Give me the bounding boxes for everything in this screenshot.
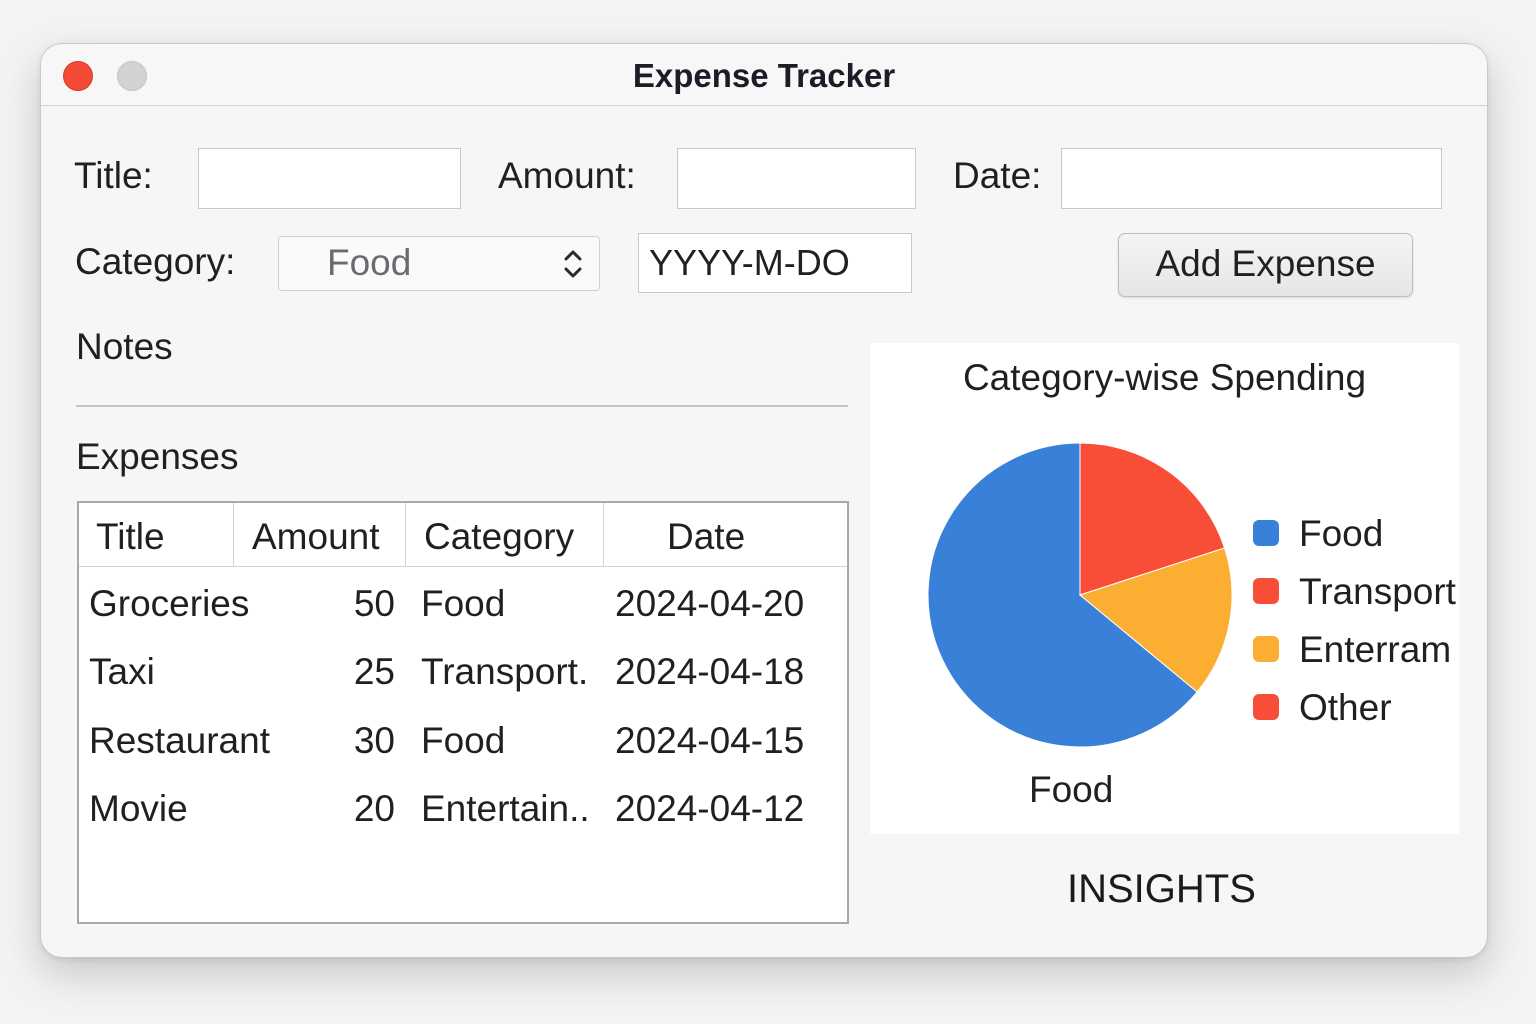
legend-swatch <box>1253 636 1279 662</box>
cell-amount: 50 <box>353 583 395 624</box>
date-format-input[interactable] <box>638 233 912 293</box>
cell-date: 2024-04-15 <box>615 720 805 761</box>
legend-label: Food <box>1299 513 1384 554</box>
legend-label: Enterram <box>1299 629 1452 670</box>
legend-label: Other <box>1299 687 1392 728</box>
legend-label: Transport <box>1299 571 1456 612</box>
notes-divider <box>76 405 848 407</box>
column-header-date[interactable]: Date <box>667 516 745 558</box>
cell-title: Groceries <box>89 583 250 624</box>
column-header-amount[interactable]: Amount <box>252 516 380 558</box>
table-row[interactable]: Restaurant 30 Food 2024-04-15 <box>79 720 847 780</box>
column-separator <box>603 503 604 566</box>
date-input[interactable] <box>1061 148 1442 209</box>
cell-date: 2024-04-12 <box>615 788 805 829</box>
cell-title: Movie <box>89 788 188 829</box>
column-header-title[interactable]: Title <box>96 516 165 558</box>
table-row[interactable]: Movie 20 Entertain.. 2024-04-12 <box>79 788 847 848</box>
date-label: Date: <box>953 155 1042 196</box>
pie-chart <box>927 442 1233 748</box>
cell-category: Food <box>421 583 506 624</box>
chevron-up-down-icon <box>564 250 582 278</box>
cell-category: Transport. <box>421 651 589 692</box>
legend-swatch <box>1253 520 1279 546</box>
column-separator <box>405 503 406 566</box>
header-divider <box>79 566 847 567</box>
expenses-table: Title Amount Category Date Groceries 50 … <box>77 501 849 924</box>
cell-category: Food <box>421 720 506 761</box>
cell-amount: 20 <box>353 788 395 829</box>
cell-date: 2024-04-20 <box>615 583 805 624</box>
insights-label[interactable]: INSIGHTS <box>1067 867 1256 912</box>
cell-title: Restaurant <box>89 720 270 761</box>
column-separator <box>233 503 234 566</box>
cell-category: Entertain.. <box>421 788 590 829</box>
title-label: Title: <box>74 155 153 196</box>
column-header-category[interactable]: Category <box>424 516 574 558</box>
category-select-value: Food <box>327 242 412 283</box>
cell-amount: 30 <box>353 720 395 761</box>
notes-label: Notes <box>76 326 173 367</box>
title-input[interactable] <box>198 148 461 209</box>
app-window: Expense Tracker Title: Amount: Date: Cat… <box>40 43 1488 958</box>
cell-title: Taxi <box>89 651 155 692</box>
chart-title: Category-wise Spending <box>962 357 1367 398</box>
table-row[interactable]: Taxi 25 Transport. 2024-04-18 <box>79 651 847 711</box>
add-expense-button[interactable]: Add Expense <box>1118 233 1413 297</box>
chart-panel: Category-wise Spending Food Transport En… <box>870 343 1459 834</box>
expenses-label: Expenses <box>76 436 239 477</box>
legend-swatch <box>1253 578 1279 604</box>
category-label: Category: <box>75 241 236 282</box>
table-row[interactable]: Groceries 50 Food 2024-04-20 <box>79 583 847 643</box>
amount-label: Amount: <box>498 155 636 196</box>
cell-date: 2024-04-18 <box>615 651 805 692</box>
window-title: Expense Tracker <box>632 57 896 94</box>
cell-amount: 25 <box>353 651 395 692</box>
legend-swatch <box>1253 694 1279 720</box>
title-bar: Expense Tracker <box>41 44 1487 106</box>
pie-slice-caption: Food <box>1029 769 1114 810</box>
category-select[interactable]: Food <box>278 236 600 291</box>
amount-input[interactable] <box>677 148 916 209</box>
